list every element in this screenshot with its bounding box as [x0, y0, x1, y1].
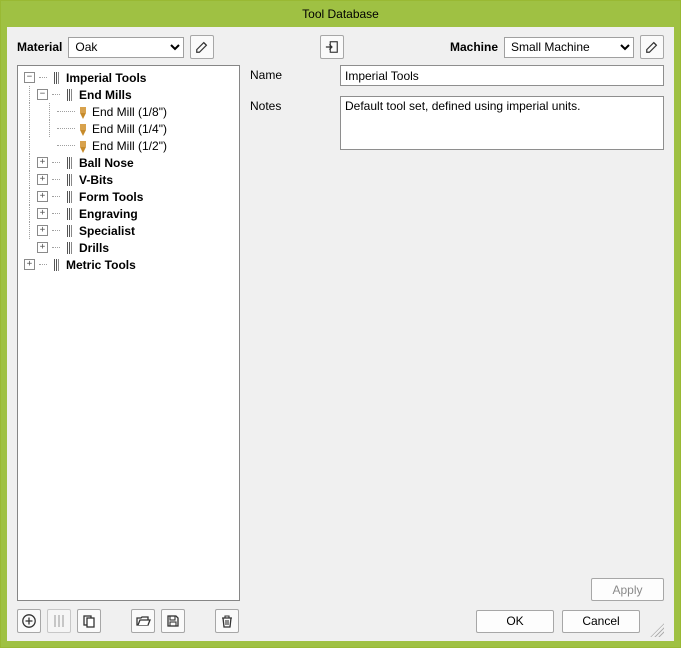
top-toolbar: Material Oak Machine Small Machine [17, 35, 664, 59]
group-icon [62, 156, 76, 170]
tree-leaf[interactable]: End Mill (1/4") [18, 120, 239, 137]
collapse-icon[interactable]: − [24, 72, 35, 83]
expand-icon[interactable]: + [37, 208, 48, 219]
tree-node-ball-nose[interactable]: + Ball Nose [18, 154, 239, 171]
group-icon [62, 190, 76, 204]
pencil-icon [195, 40, 209, 54]
tree-leaf[interactable]: End Mill (1/2") [18, 137, 239, 154]
group-icon [62, 241, 76, 255]
tree-node-engraving[interactable]: + Engraving [18, 205, 239, 222]
new-tool-button[interactable] [47, 609, 71, 633]
resize-grip-icon[interactable] [650, 623, 664, 637]
machine-edit-button[interactable] [640, 35, 664, 59]
plus-circle-icon [21, 613, 37, 629]
material-label: Material [17, 40, 62, 54]
tree-node-imperial-tools[interactable]: − Imperial Tools [18, 69, 239, 86]
expand-icon[interactable]: + [37, 157, 48, 168]
tree-node-v-bits[interactable]: + V-Bits [18, 171, 239, 188]
expand-icon[interactable]: + [37, 225, 48, 236]
expand-icon[interactable]: + [37, 242, 48, 253]
titlebar: Tool Database [1, 1, 680, 27]
expand-icon[interactable]: + [37, 191, 48, 202]
cancel-button[interactable]: Cancel [562, 610, 640, 633]
window-title: Tool Database [302, 7, 379, 21]
import-icon [325, 40, 339, 54]
tree-node-metric-tools[interactable]: + Metric Tools [18, 256, 239, 273]
add-button[interactable] [17, 609, 41, 633]
expand-icon[interactable]: + [24, 259, 35, 270]
ok-button[interactable]: OK [476, 610, 554, 633]
tool-icon [51, 613, 67, 629]
endmill-icon [77, 139, 89, 153]
copy-button[interactable] [77, 609, 101, 633]
apply-button[interactable]: Apply [591, 578, 664, 601]
group-icon [49, 71, 63, 85]
group-icon [62, 207, 76, 221]
detail-pane: Name Notes Apply [250, 65, 664, 601]
group-icon [62, 88, 76, 102]
notes-field[interactable] [340, 96, 664, 150]
trash-icon [219, 613, 235, 629]
group-icon [62, 173, 76, 187]
tree-node-form-tools[interactable]: + Form Tools [18, 188, 239, 205]
endmill-icon [77, 122, 89, 136]
pencil-icon [645, 40, 659, 54]
save-button[interactable] [161, 609, 185, 633]
tree-node-end-mills[interactable]: − End Mills [18, 86, 239, 103]
middle-area: − Imperial Tools − End Mills [17, 65, 664, 601]
name-label: Name [250, 65, 330, 86]
material-edit-button[interactable] [190, 35, 214, 59]
tool-database-window: Tool Database Material Oak Machine Small… [0, 0, 681, 648]
name-field[interactable] [340, 65, 664, 86]
tree-leaf[interactable]: End Mill (1/8") [18, 103, 239, 120]
notes-label: Notes [250, 96, 330, 150]
endmill-icon [77, 105, 89, 119]
tree-node-specialist[interactable]: + Specialist [18, 222, 239, 239]
machine-select[interactable]: Small Machine [504, 37, 634, 58]
delete-button[interactable] [215, 609, 239, 633]
open-button[interactable] [131, 609, 155, 633]
collapse-icon[interactable]: − [37, 89, 48, 100]
machine-label: Machine [450, 40, 498, 54]
group-icon [49, 258, 63, 272]
content-area: Material Oak Machine Small Machine [7, 27, 674, 641]
tree-node-drills[interactable]: + Drills [18, 239, 239, 256]
material-select[interactable]: Oak [68, 37, 184, 58]
save-icon [165, 613, 181, 629]
group-icon [62, 224, 76, 238]
expand-icon[interactable]: + [37, 174, 48, 185]
bottom-toolbar: OK Cancel [17, 609, 664, 633]
folder-open-icon [135, 613, 151, 629]
import-button[interactable] [320, 35, 344, 59]
copy-icon [81, 613, 97, 629]
tool-tree[interactable]: − Imperial Tools − End Mills [17, 65, 240, 601]
